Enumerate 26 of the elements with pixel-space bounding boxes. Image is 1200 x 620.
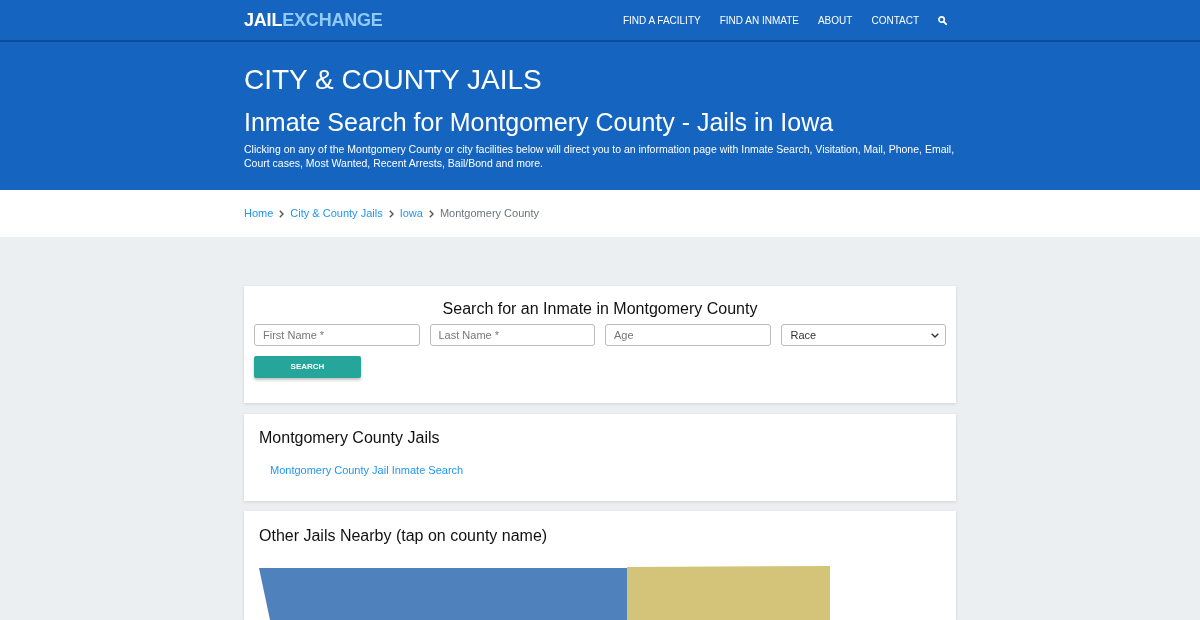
search-title: Search for an Inmate in Montgomery County xyxy=(441,299,759,319)
nav-link[interactable]: FIND AN INMATE xyxy=(719,12,799,28)
nav-link[interactable]: ABOUT xyxy=(817,12,853,28)
nav-link[interactable]: CONTACT xyxy=(871,12,919,28)
page-description: Clicking on any of the Montgomery County or city facilities below will direct you to an information page with Inmate Search, Visitation, Mail, Phone, Email, Court cases, Most Wanted, Recent Arrests, Bail/Bond and more. xyxy=(244,142,956,170)
jail-link[interactable]: Montgomery County Jail Inmate Search xyxy=(270,462,464,479)
search-icon[interactable] xyxy=(938,15,947,25)
nav-link[interactable]: FIND A FACILITY xyxy=(622,12,701,28)
nearby-title: Other Jails Nearby (tap on county name) xyxy=(259,526,549,546)
jails-title: Montgomery County Jails xyxy=(259,428,441,448)
caret-icon xyxy=(931,332,939,338)
site-logo[interactable]: JAILEXCHANGE xyxy=(244,6,383,34)
breadcrumb-current: Montgomery County xyxy=(439,206,539,222)
page-title: Inmate Search for Montgomery County - Jails in Iowa xyxy=(244,107,835,137)
breadcrumb-link[interactable]: Home xyxy=(244,205,274,222)
chevron-icon xyxy=(428,209,434,218)
breadcrumb-link[interactable]: Iowa xyxy=(399,205,423,222)
input-field[interactable]: Age xyxy=(605,324,771,346)
search-button[interactable]: SEARCH xyxy=(254,356,361,378)
chevron-icon xyxy=(279,209,285,218)
input-field[interactable]: Last Name * xyxy=(429,324,595,346)
section-heading: CITY & COUNTY JAILS xyxy=(244,63,543,97)
input-field[interactable]: First Name * xyxy=(254,324,420,346)
chevron-icon xyxy=(388,209,394,218)
select-field[interactable]: Race xyxy=(780,324,946,346)
breadcrumb-link[interactable]: City & County Jails xyxy=(290,205,383,222)
